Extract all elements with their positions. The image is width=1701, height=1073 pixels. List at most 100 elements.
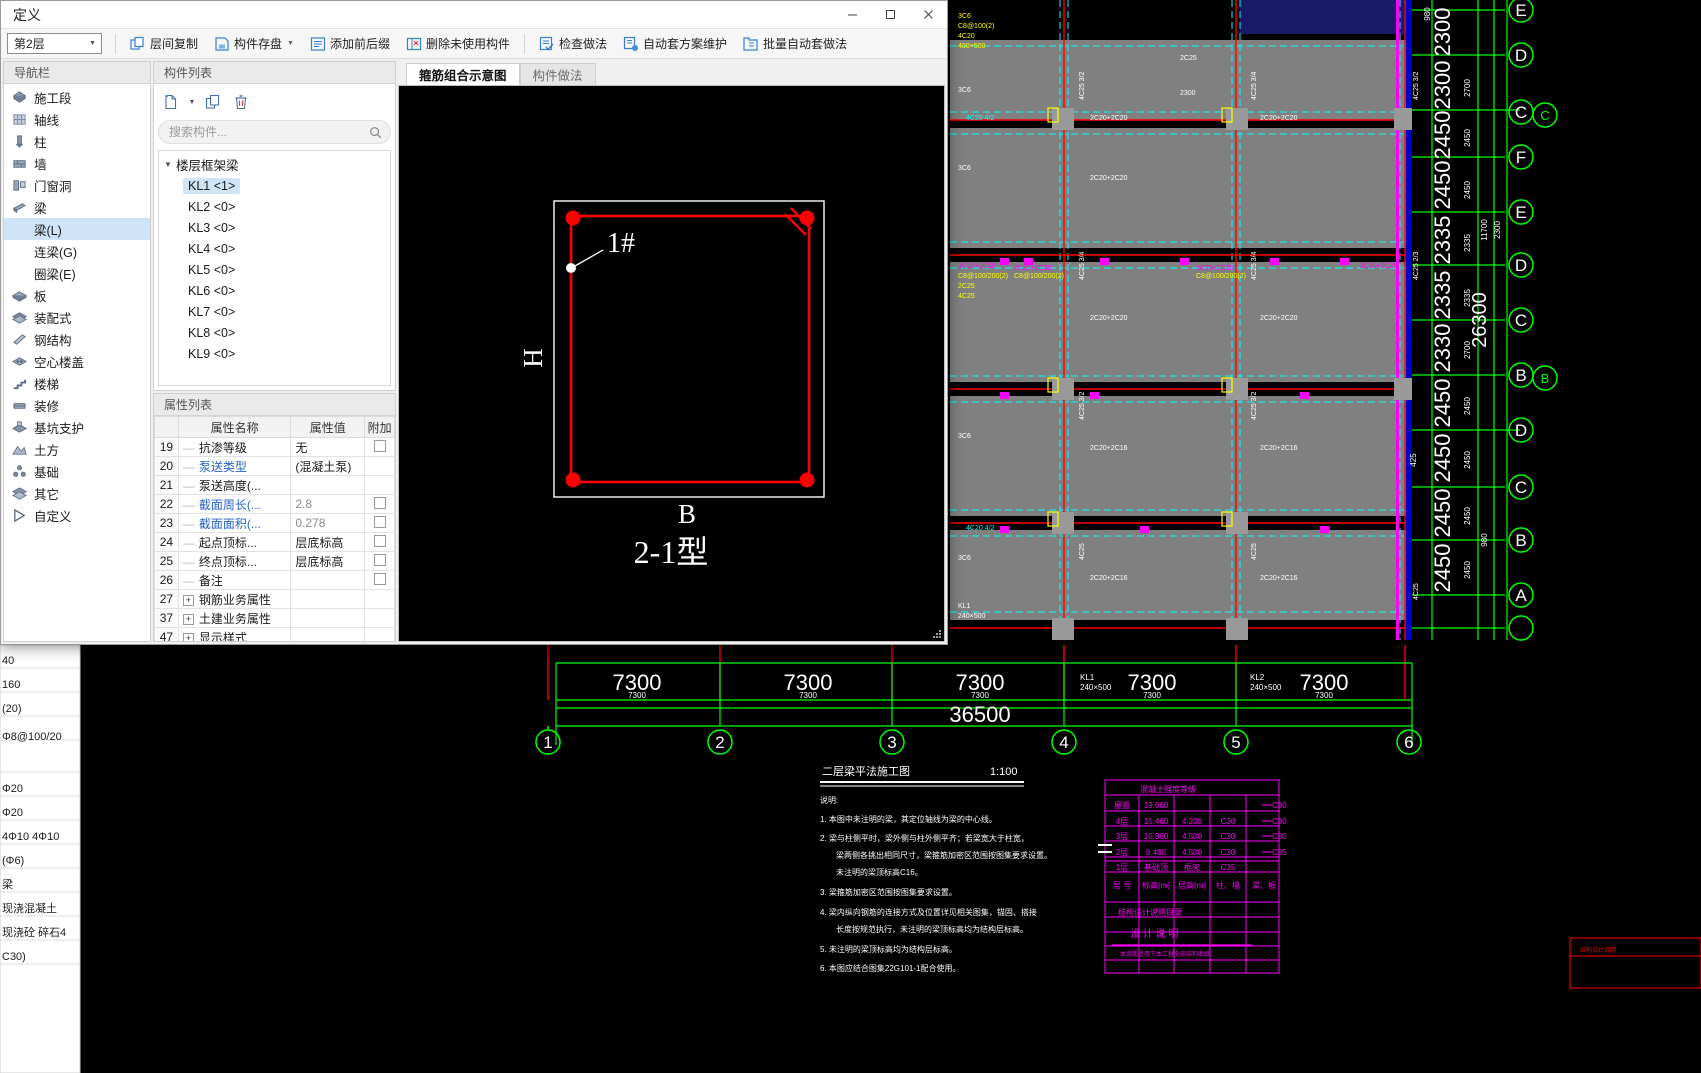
attach-checkbox[interactable] [373,439,386,452]
row-property-name[interactable]: + 钢筋业务属性 [177,589,292,609]
row-attach-cell[interactable] [364,513,395,533]
row-property-name[interactable]: — 抗渗等级 [177,437,292,457]
list-item[interactable]: KL3 <0> [159,217,390,238]
sidebar-item-custom[interactable]: 自定义 [4,504,150,526]
sidebar-item-slab[interactable]: 板 [4,284,150,306]
row-property-name[interactable]: — 终点顶标... [177,551,292,571]
row-property-value[interactable] [290,627,366,641]
list-item[interactable]: KL4 <0> [159,238,390,259]
add-prefix-suffix-button[interactable]: 添加前后缀 [303,32,397,56]
table-row[interactable]: 27 + 钢筋业务属性 [154,589,395,609]
component-list-toolbar[interactable]: ▼ [158,88,391,116]
sidebar-item-ring-beam-e[interactable]: 圈梁(E) [4,262,150,284]
floor-select[interactable]: 第2层 ▼ [7,33,102,54]
row-attach-cell[interactable] [364,532,395,552]
row-property-name[interactable]: — 备注 [177,570,292,590]
table-row[interactable]: 25 — 终点顶标... 层底标高 [154,551,395,571]
row-property-name[interactable]: — 起点顶标... [177,532,292,552]
row-property-value[interactable] [290,570,366,590]
delete-unused-button[interactable]: 删除未使用构件 [399,32,517,56]
sidebar-item-column[interactable]: 柱 [4,130,150,152]
table-row[interactable]: 22 — 截面周长(... 2.8 [154,494,395,514]
sidebar-item-prefab[interactable]: 装配式 [4,306,150,328]
row-attach-cell[interactable] [364,494,395,514]
sidebar-item-construction-segment[interactable]: 施工段 [4,86,150,108]
attach-checkbox[interactable] [373,534,386,547]
check-method-button[interactable]: 检查做法 [532,32,614,56]
table-row[interactable]: 19 — 抗渗等级 无 [154,437,395,457]
row-property-name[interactable]: — 泵送高度(... [177,475,292,495]
component-group-header[interactable]: ▼ 楼层框架梁 [159,154,390,175]
row-property-name[interactable]: — 截面周长(... [177,494,292,514]
row-property-value[interactable]: 层底标高 [290,551,366,571]
define-dialog[interactable]: 定义 第2层 ▼ 层间复制 构件存盘 ▼ 添加前后缀 删除未使用构件 检查做法 … [0,0,948,645]
delete-component-button[interactable] [228,90,254,114]
maximize-button[interactable] [871,1,909,29]
sidebar-item-coupling-beam-g[interactable]: 连梁(G) [4,240,150,262]
sidebar-item-stairs[interactable]: 楼梯 [4,372,150,394]
auto-scheme-maintain-button[interactable]: 自动套方案维护 [616,32,734,56]
list-item[interactable]: KL9 <0> [159,343,390,364]
sidebar-item-earthwork[interactable]: 土方 [4,438,150,460]
component-tree[interactable]: ▼ 楼层框架梁 KL1 <1> KL2 <0> KL3 <0> KL4 <0> … [158,150,391,386]
table-row[interactable]: 21 — 泵送高度(... [154,475,395,495]
dialog-toolbar[interactable]: 第2层 ▼ 层间复制 构件存盘 ▼ 添加前后缀 删除未使用构件 检查做法 自动套… [1,29,947,59]
table-row[interactable]: 20 — 泵送类型 (混凝土泵) [154,456,395,476]
component-save-button[interactable]: 构件存盘 ▼ [207,32,301,56]
row-property-name[interactable]: — 截面面积(... [177,513,292,533]
list-item[interactable]: KL2 <0> [159,196,390,217]
attach-checkbox[interactable] [373,572,386,585]
stirrup-diagram-canvas[interactable]: 1# H B 2-1型 [398,85,945,642]
row-property-name[interactable]: + 土建业务属性 [177,608,292,628]
sidebar-item-axis-grid[interactable]: 轴线 [4,108,150,130]
row-attach-cell[interactable] [364,570,395,590]
row-property-name[interactable]: — 泵送类型 [177,456,292,476]
table-row[interactable]: 37 + 土建业务属性 [154,608,395,628]
table-row[interactable]: 47 + 显示样式 [154,627,395,641]
expand-plus-icon[interactable]: + [182,613,194,625]
table-row[interactable]: 26 — 备注 [154,570,395,590]
row-attach-cell[interactable] [364,551,395,571]
batch-auto-method-button[interactable]: 批量自动套做法 [736,32,854,56]
close-button[interactable] [909,1,947,29]
table-row[interactable]: 24 — 起点顶标... 层底标高 [154,532,395,552]
expand-plus-icon[interactable]: + [182,632,194,641]
attach-checkbox[interactable] [373,496,386,509]
resize-grip[interactable] [932,629,942,639]
tab-component-method[interactable]: 构件做法 [519,63,596,85]
row-property-value[interactable] [290,589,366,609]
component-search-box[interactable] [158,120,391,144]
chevron-down-icon[interactable]: ▼ [163,160,173,169]
sidebar-item-foundation[interactable]: 基础 [4,460,150,482]
attach-checkbox[interactable] [373,553,386,566]
copy-component-button[interactable] [200,90,226,114]
search-input[interactable] [167,124,369,140]
row-property-value[interactable]: 无 [290,437,366,457]
list-item[interactable]: KL7 <0> [159,301,390,322]
row-property-name[interactable]: + 显示样式 [177,627,292,641]
row-property-value[interactable]: 0.278 [290,513,366,533]
sidebar-item-door-window[interactable]: 门窗洞 [4,174,150,196]
row-property-value[interactable]: (混凝土泵) [290,456,366,476]
new-component-dropdown[interactable]: ▼ [186,90,198,114]
list-item[interactable]: KL6 <0> [159,280,390,301]
navigation-list[interactable]: 施工段 轴线 柱 墙 门窗洞 梁 梁(L) 连梁(G) 圈梁(E) 板 装配式 … [4,84,150,641]
list-item[interactable]: KL5 <0> [159,259,390,280]
sidebar-item-decoration[interactable]: 装修 [4,394,150,416]
properties-table-wrapper[interactable]: 属性名称 属性值 附加 19 — 抗渗等级 无 20 — 泵送类型 (混凝土泵)… [154,416,395,641]
sidebar-item-steel-structure[interactable]: 钢结构 [4,328,150,350]
minimize-button[interactable] [833,1,871,29]
list-item[interactable]: KL1 <1> [159,175,390,196]
copy-between-floors-button[interactable]: 层间复制 [123,32,205,56]
sidebar-item-beam[interactable]: 梁 [4,196,150,218]
row-property-value[interactable] [290,475,366,495]
table-row[interactable]: 23 — 截面面积(... 0.278 [154,513,395,533]
diagram-tab-row[interactable]: 箍筋组合示意图 构件做法 [398,61,945,85]
sidebar-item-wall[interactable]: 墙 [4,152,150,174]
list-item[interactable]: KL8 <0> [159,322,390,343]
dialog-title-bar[interactable]: 定义 [1,1,947,29]
row-property-value[interactable] [290,608,366,628]
sidebar-item-beam-l[interactable]: 梁(L) [4,218,150,240]
tab-stirrup-diagram[interactable]: 箍筋组合示意图 [406,63,520,85]
sidebar-item-pit-support[interactable]: 基坑支护 [4,416,150,438]
